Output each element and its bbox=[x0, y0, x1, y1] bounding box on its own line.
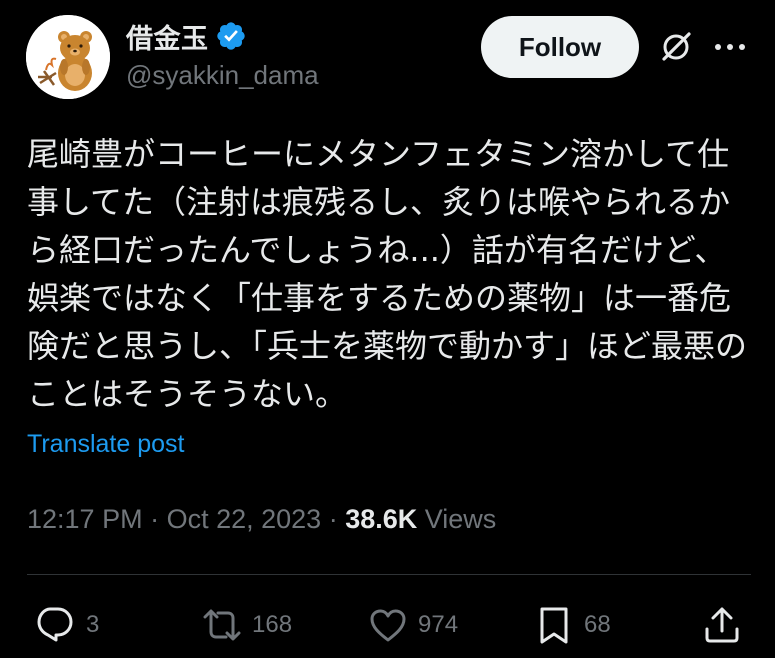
author-display-name[interactable]: 借金玉 bbox=[126, 17, 209, 56]
repost-icon bbox=[203, 609, 241, 641]
tweet-time[interactable]: 12:17 PM bbox=[27, 504, 143, 534]
avatar[interactable] bbox=[26, 15, 110, 99]
repost-button[interactable]: 168 bbox=[202, 600, 292, 650]
share-button[interactable] bbox=[702, 600, 742, 650]
bookmark-count: 68 bbox=[584, 611, 611, 638]
reply-icon bbox=[37, 607, 73, 642]
meta-separator: · bbox=[321, 504, 346, 534]
divider bbox=[27, 574, 751, 575]
meta-separator: · bbox=[142, 504, 167, 534]
views-count: 38.6K bbox=[345, 504, 418, 534]
reply-button[interactable]: 3 bbox=[36, 600, 99, 650]
author-handle[interactable]: @syakkin_dama bbox=[126, 60, 319, 91]
tweet-date[interactable]: Oct 22, 2023 bbox=[167, 504, 322, 534]
translate-post-link[interactable]: Translate post bbox=[27, 430, 184, 459]
reply-count: 3 bbox=[86, 611, 100, 638]
action-bar: 3 168 974 68 bbox=[0, 600, 775, 650]
tweet-text: 尾崎豊がコーヒーにメタンフェタミン溶かして仕事してた（注射は痕残るし、炙りは喉や… bbox=[27, 135, 748, 413]
more-icon[interactable] bbox=[712, 35, 748, 59]
heart-icon bbox=[370, 609, 406, 642]
tweet-meta: 12:17 PM · Oct 22, 2023 · 38.6K Views bbox=[27, 504, 496, 535]
follow-button[interactable]: Follow bbox=[481, 16, 639, 78]
author-name-row[interactable]: 借金玉 bbox=[126, 16, 247, 56]
repost-count: 168 bbox=[252, 611, 293, 638]
grok-icon[interactable] bbox=[659, 30, 693, 64]
views-label: Views bbox=[417, 504, 497, 534]
bookmark-button[interactable]: 68 bbox=[534, 600, 611, 650]
verified-badge-icon bbox=[216, 22, 245, 50]
like-count: 974 bbox=[418, 611, 459, 638]
bookmark-icon bbox=[540, 607, 568, 644]
like-button[interactable]: 974 bbox=[368, 600, 458, 650]
share-icon bbox=[705, 607, 739, 643]
bear-avatar-icon bbox=[26, 15, 110, 99]
